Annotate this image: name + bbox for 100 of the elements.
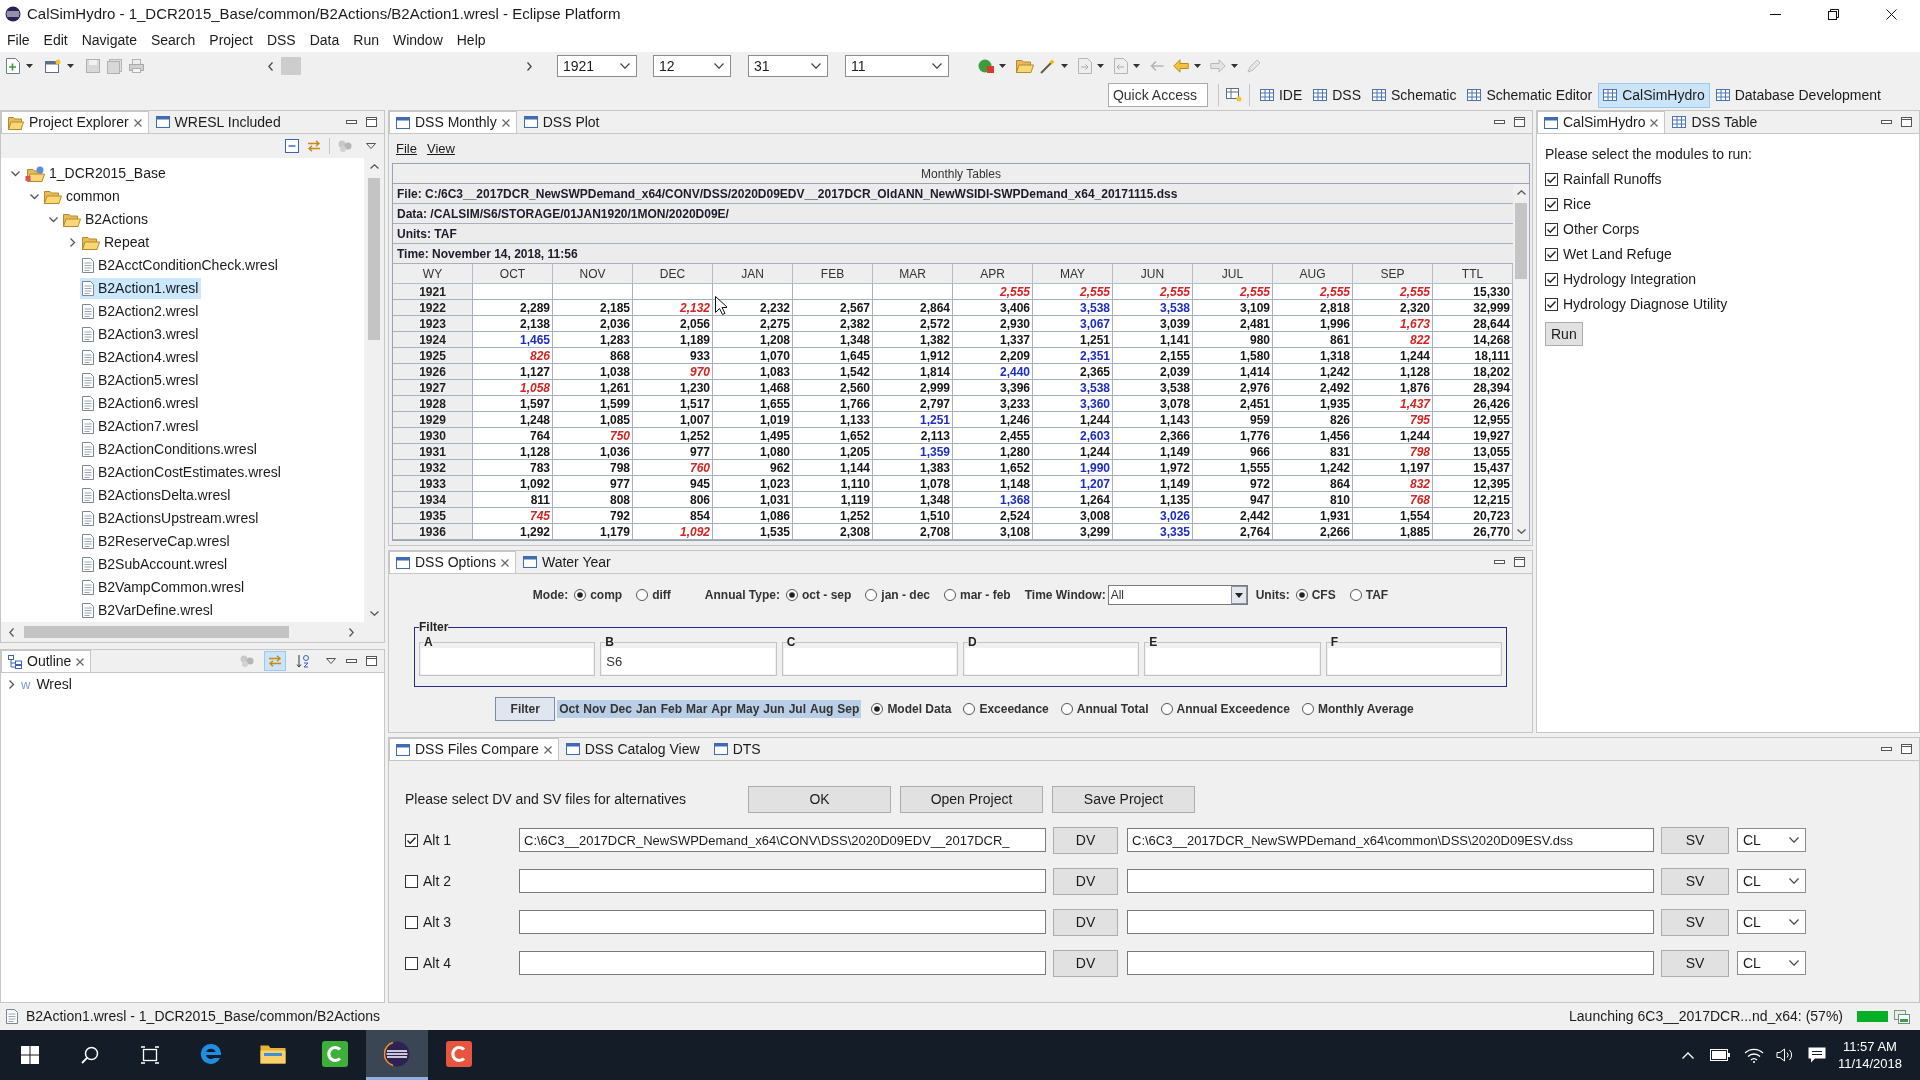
battery-icon[interactable] (1709, 1049, 1730, 1061)
chevron-down-icon[interactable] (714, 63, 724, 69)
path-field[interactable] (1127, 910, 1654, 934)
new-window-icon[interactable] (45, 59, 61, 73)
column-header[interactable]: DEC (633, 264, 713, 284)
column-header[interactable]: MAR (873, 264, 953, 284)
combo-box[interactable]: 1921 (557, 55, 637, 77)
tree-item[interactable]: B2Actions (61, 209, 152, 230)
radio-button[interactable] (963, 703, 976, 715)
column-header[interactable]: JUN (1113, 264, 1193, 284)
tree-item[interactable]: B2VarDefine.wresl (80, 600, 216, 621)
checkbox[interactable] (405, 956, 418, 970)
dropdown-button-icon[interactable] (1230, 586, 1247, 604)
wand-icon[interactable] (1040, 58, 1056, 74)
month-item[interactable]: Jun (761, 700, 787, 718)
close-icon[interactable] (1885, 8, 1897, 20)
maximize-icon[interactable] (1901, 744, 1912, 754)
filter-field[interactable] (1327, 648, 1500, 674)
month-item[interactable]: Jul (786, 700, 809, 718)
chevron-right-icon[interactable] (6, 680, 16, 689)
notification-icon[interactable] (1807, 1047, 1826, 1063)
month-item[interactable]: Jan (633, 700, 659, 718)
path-field[interactable]: C:\6C3__2017DCR_NewSWPDemand_x64\CONV\DSS\2020D09EDV__2017DCR_ (519, 828, 1046, 852)
checkbox[interactable] (1545, 273, 1558, 286)
maximize-icon[interactable] (1514, 557, 1525, 567)
view-menu-icon[interactable] (366, 143, 376, 149)
tab[interactable]: Project Explorer (1, 111, 149, 133)
combo-box[interactable]: 31 (748, 55, 828, 77)
view-menu-icon[interactable] (326, 658, 336, 664)
column-header[interactable]: AUG (1273, 264, 1353, 284)
tree-item[interactable]: B2ReserveCap.wresl (80, 531, 233, 552)
month-item[interactable]: Dec (607, 700, 634, 718)
sv-button[interactable]: SV (1661, 826, 1729, 854)
radio-button[interactable] (944, 589, 956, 601)
perspective-button[interactable]: IDE (1254, 82, 1308, 108)
tree-item[interactable]: B2Action7.wresl (80, 416, 202, 437)
perspective-button[interactable]: Database Development (1710, 82, 1886, 108)
maximize-icon[interactable] (366, 656, 377, 666)
volume-icon[interactable] (1775, 1048, 1794, 1062)
folder-icon[interactable] (1016, 59, 1034, 73)
column-header[interactable]: JAN (713, 264, 793, 284)
menu-item[interactable]: Run (346, 29, 386, 51)
path-field[interactable] (1127, 869, 1654, 893)
scroll-down-icon[interactable] (1516, 529, 1526, 534)
restore-icon[interactable] (1827, 8, 1839, 20)
tree-item[interactable]: B2Action3.wresl (80, 324, 202, 345)
column-header[interactable]: OCT (473, 264, 553, 284)
radio-button[interactable] (1349, 589, 1362, 601)
tree-item[interactable]: common (42, 186, 123, 207)
combo-box[interactable]: 11 (845, 55, 949, 77)
wifi-icon[interactable] (1743, 1047, 1764, 1063)
tree-item[interactable]: B2Action4.wresl (80, 347, 202, 368)
arrow-left-icon[interactable] (1173, 59, 1189, 73)
menu-item[interactable]: File (0, 29, 37, 51)
minimize-icon[interactable] (1494, 120, 1505, 124)
tab[interactable]: DSS Monthly (389, 111, 517, 133)
filter-field[interactable] (783, 648, 956, 674)
tree-item[interactable]: B2AcctConditionCheck.wresl (80, 255, 281, 276)
combo-box[interactable]: CL (1737, 910, 1806, 934)
new-file-icon[interactable] (6, 58, 20, 74)
quick-access-field[interactable]: Quick Access (1107, 83, 1208, 107)
task-view-icon[interactable] (140, 1046, 160, 1064)
tab[interactable]: Outline (1, 650, 92, 672)
checkbox[interactable] (405, 874, 418, 888)
tree-item[interactable]: B2SubAccount.wresl (80, 554, 231, 575)
dv-button[interactable]: DV (1053, 949, 1118, 977)
tree-item[interactable]: B2ActionConditions.wresl (80, 439, 260, 460)
dv-button[interactable]: DV (1053, 908, 1118, 936)
caret-down-icon[interactable] (26, 64, 33, 68)
tree-item[interactable]: B2Action2.wresl (80, 301, 202, 322)
tree-item[interactable]: B2ActionCostEstimates.wresl (80, 462, 284, 483)
chevron-down-icon[interactable] (1789, 878, 1799, 884)
caret-down-icon[interactable] (1231, 64, 1238, 68)
sv-button[interactable]: SV (1661, 949, 1729, 977)
perspective-button[interactable]: Schematic Editor (1462, 82, 1598, 108)
chevron-down-icon[interactable] (1789, 919, 1799, 925)
perspective-button[interactable]: DSS (1308, 82, 1367, 108)
sv-button[interactable]: SV (1661, 867, 1729, 895)
sv-button[interactable]: SV (1661, 908, 1729, 936)
tab[interactable]: DTS (706, 738, 768, 760)
tab[interactable]: CalSimHydro (1537, 111, 1666, 133)
menu-item[interactable]: View (426, 138, 455, 159)
hide-fields-icon[interactable] (338, 140, 352, 152)
tree-item[interactable]: Repeat (80, 232, 153, 253)
menu-item[interactable]: Window (385, 29, 450, 51)
caret-down-icon[interactable] (1194, 64, 1201, 68)
tab[interactable]: Water Year (515, 551, 618, 573)
tab[interactable]: DSS Plot (516, 111, 607, 133)
caret-down-icon[interactable] (999, 64, 1006, 68)
scroll-thumb[interactable] (24, 626, 289, 638)
tree-item[interactable]: B2Action6.wresl (80, 393, 202, 414)
column-header[interactable]: WY (393, 264, 473, 284)
checkbox[interactable] (1545, 223, 1558, 236)
menu-item[interactable]: Data (302, 29, 347, 51)
minimize-icon[interactable] (1881, 747, 1892, 751)
month-item[interactable]: Mar (684, 700, 710, 718)
path-field[interactable] (1127, 951, 1654, 975)
minimize-icon[interactable] (346, 659, 357, 663)
run-icon[interactable] (978, 59, 994, 73)
radio-button[interactable] (1060, 703, 1073, 715)
